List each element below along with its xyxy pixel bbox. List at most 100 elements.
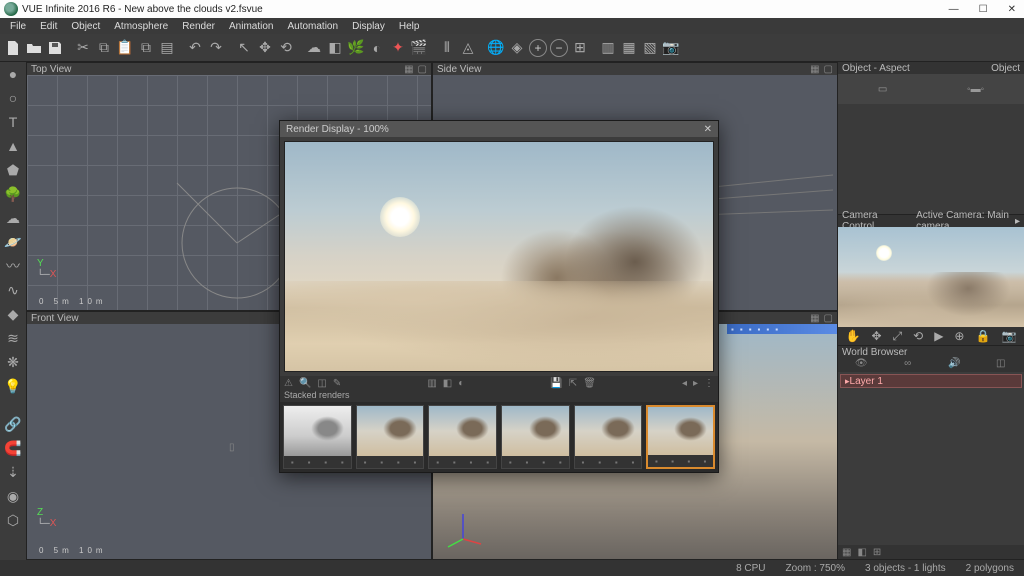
zoom-in-icon[interactable]: + <box>529 39 547 57</box>
camera-icon[interactable]: 📷 <box>662 39 680 57</box>
wb-icon3[interactable]: ⊞ <box>873 547 881 558</box>
vp-max-icon[interactable]: ▢ <box>824 313 833 324</box>
open-file-icon[interactable] <box>25 39 43 57</box>
minimize-button[interactable]: — <box>945 4 963 15</box>
rt-delete-icon[interactable]: 🗑 <box>583 378 596 389</box>
menu-render[interactable]: Render <box>176 21 221 32</box>
generic3-icon[interactable]: ⬡ <box>3 510 23 530</box>
sphere2-tool-icon[interactable]: ○ <box>3 88 23 108</box>
generic2-icon[interactable]: ◉ <box>3 486 23 506</box>
paste-icon[interactable]: 📋 <box>116 39 134 57</box>
render-thumb-2[interactable]: ▪▪▪▪ <box>356 405 425 469</box>
stack-icon[interactable]: ▤ <box>158 39 176 57</box>
vp-opt-icon[interactable]: ▦ <box>404 64 413 75</box>
sphere-tool-icon[interactable]: ● <box>3 64 23 84</box>
tree-tool-icon[interactable]: 🌳 <box>3 184 23 204</box>
rt-pick-icon[interactable]: ✎ <box>333 378 341 389</box>
duplicate-icon[interactable]: ⧉ <box>137 39 155 57</box>
cam-menu-icon[interactable]: ▸ <box>1015 216 1020 227</box>
rt-channel-icon[interactable]: ◧ <box>443 378 452 389</box>
rt-zoom-icon[interactable]: 🔍 <box>299 378 311 389</box>
render-thumb-1[interactable]: ▪▪▪▪ <box>283 405 352 469</box>
world-tab2-icon[interactable]: ∞ <box>885 358 932 372</box>
close-button[interactable]: ✕ <box>1004 4 1020 15</box>
menu-object[interactable]: Object <box>65 21 106 32</box>
cam-snap-icon[interactable]: 📷 <box>1001 329 1016 343</box>
render-thumb-5[interactable]: ▪▪▪▪ <box>574 405 643 469</box>
camera-preview[interactable] <box>838 227 1024 327</box>
globe-icon[interactable]: 🌐 <box>487 39 505 57</box>
move-icon[interactable]: ✥ <box>256 39 274 57</box>
rotate-icon[interactable]: ⟲ <box>277 39 295 57</box>
rock-tool-icon[interactable]: ⬟ <box>3 160 23 180</box>
generic1-icon[interactable]: ◆ <box>3 304 23 324</box>
text-tool-icon[interactable]: T <box>3 112 23 132</box>
diamond-icon[interactable]: ◈ <box>508 39 526 57</box>
rt-save-icon[interactable]: 💾 <box>550 378 562 389</box>
aspect-shape1-icon[interactable]: ▭ <box>878 84 887 95</box>
cloud-tool-icon[interactable]: ☁ <box>305 39 323 57</box>
vp-max-icon[interactable]: ▢ <box>418 64 427 75</box>
pointer-icon[interactable]: ↖ <box>235 39 253 57</box>
cam-target-icon[interactable]: ⊕ <box>954 329 964 343</box>
measure-icon[interactable]: ◬ <box>459 39 477 57</box>
world-tab3-icon[interactable]: 🔊 <box>931 358 978 372</box>
menu-animation[interactable]: Animation <box>223 21 279 32</box>
cam-move-icon[interactable]: ✥ <box>871 329 881 343</box>
drop-tool-icon[interactable]: ⇣ <box>3 462 23 482</box>
cube-tool-icon[interactable]: ◧ <box>326 39 344 57</box>
save-file-icon[interactable] <box>46 39 64 57</box>
cam-orbit-icon[interactable]: ⟲ <box>913 329 923 343</box>
rt-next-icon[interactable]: ▸ <box>693 378 698 389</box>
render-thumb-3[interactable]: ▪▪▪▪ <box>428 405 497 469</box>
link-tool-icon[interactable]: 🔗 <box>3 414 23 434</box>
menu-help[interactable]: Help <box>393 21 426 32</box>
terrain-tool-icon[interactable]: ▲ <box>3 136 23 156</box>
magnet-tool-icon[interactable]: 🧲 <box>3 438 23 458</box>
world-layer-item[interactable]: ▸ Layer 1 <box>840 374 1022 388</box>
rt-layer-icon[interactable]: ▥ <box>427 378 436 389</box>
vp-opt-icon[interactable]: ▦ <box>810 64 819 75</box>
world-tab1-icon[interactable]: 👁 <box>838 358 885 372</box>
rt-info-icon[interactable]: ⚠ <box>284 378 293 389</box>
plant-tool-icon[interactable]: 🌿 <box>347 39 365 57</box>
render-thumb-4[interactable]: ▪▪▪▪ <box>501 405 570 469</box>
cam-play-icon[interactable]: ▶ <box>934 329 943 343</box>
render-dialog-titlebar[interactable]: Render Display - 100% ✕ <box>280 121 718 137</box>
align-icon[interactable]: ⫴ <box>438 39 456 57</box>
cam-zoom-icon[interactable]: ⤢ <box>893 329 903 344</box>
wb-icon2[interactable]: ◧ <box>857 547 866 558</box>
new-file-icon[interactable] <box>4 39 22 57</box>
rt-alpha-icon[interactable]: ◐ <box>458 378 464 389</box>
vp-opt-icon[interactable]: ▦ <box>810 313 819 324</box>
material-icon[interactable]: ◐ <box>368 39 386 57</box>
grid-toggle-icon[interactable]: ⊞ <box>571 39 589 57</box>
render-display-dialog[interactable]: Render Display - 100% ✕ ⚠ 🔍 ◫ ✎ ▥ ◧ ◐ 💾 … <box>279 120 719 473</box>
aspect-shape2-icon[interactable]: ◦▬◦ <box>967 84 984 95</box>
redo-icon[interactable]: ↷ <box>207 39 225 57</box>
clapper-icon[interactable]: 🎬 <box>410 39 428 57</box>
menu-automation[interactable]: Automation <box>281 21 344 32</box>
layout-1-icon[interactable]: ▥ <box>599 39 617 57</box>
rt-prev-icon[interactable]: ◂ <box>682 378 687 389</box>
undo-icon[interactable]: ↶ <box>186 39 204 57</box>
planet-tool-icon[interactable]: 🪐 <box>3 232 23 252</box>
world-tab4-icon[interactable]: ◫ <box>978 358 1024 372</box>
rt-menu-icon[interactable]: ⋮ <box>704 378 714 389</box>
cam-pan-icon[interactable]: ✋ <box>846 329 861 343</box>
curve-tool-icon[interactable]: ∿ <box>3 280 23 300</box>
particle-icon[interactable]: ✦ <box>389 39 407 57</box>
zoom-out-icon[interactable]: − <box>550 39 568 57</box>
menu-display[interactable]: Display <box>346 21 391 32</box>
copy-icon[interactable]: ⧉ <box>95 39 113 57</box>
cam-lock-icon[interactable]: 🔒 <box>975 329 990 343</box>
menu-atmosphere[interactable]: Atmosphere <box>108 21 174 32</box>
render-close-icon[interactable]: ✕ <box>704 124 712 135</box>
particle2-icon[interactable]: ❋ <box>3 352 23 372</box>
layout-3-icon[interactable]: ▧ <box>641 39 659 57</box>
light-tool-icon[interactable]: 💡 <box>3 376 23 396</box>
wind-tool-icon[interactable]: ≋ <box>3 328 23 348</box>
layout-2-icon[interactable]: ▦ <box>620 39 638 57</box>
wave-tool-icon[interactable]: 〰 <box>3 256 23 276</box>
maximize-button[interactable]: ☐ <box>975 4 992 15</box>
